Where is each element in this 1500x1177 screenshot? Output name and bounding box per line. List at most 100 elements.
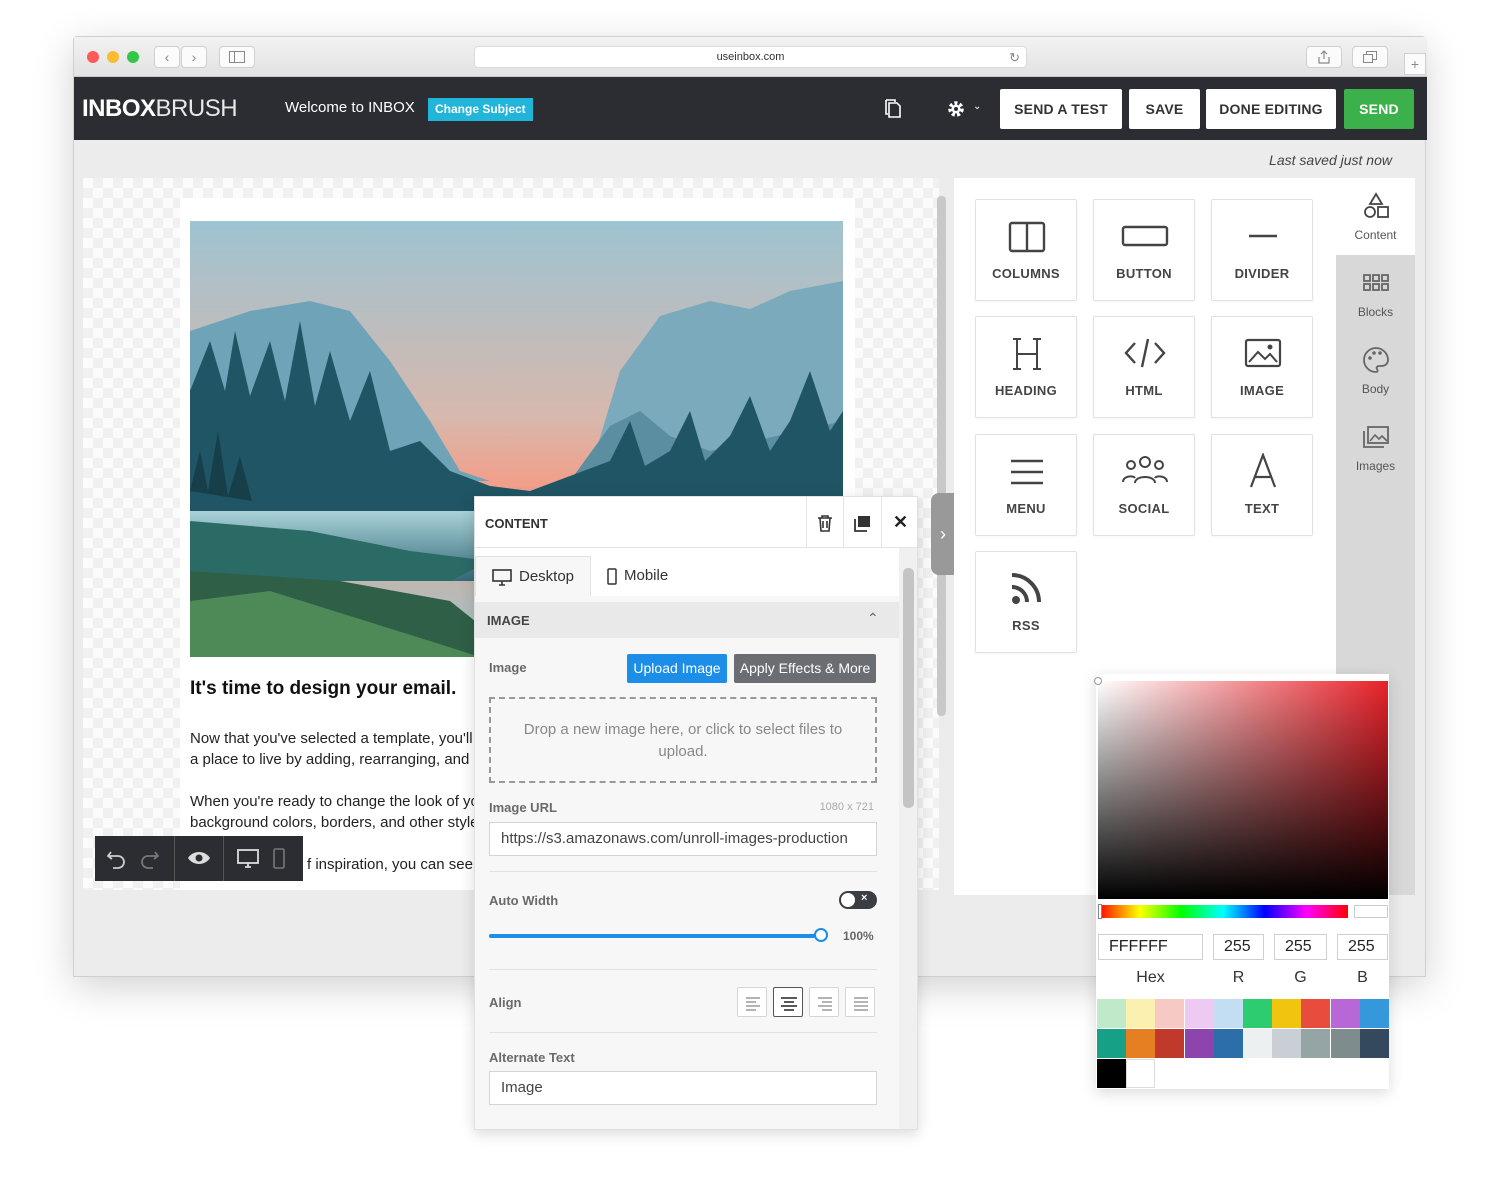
sidebar-toggle-icon[interactable]	[219, 46, 255, 68]
color-swatch[interactable]	[1330, 1029, 1360, 1058]
email-paragraph-line[interactable]: When you're ready to change the look of …	[190, 791, 479, 812]
tab-desktop[interactable]: Desktop	[475, 556, 591, 596]
desktop-preview-icon[interactable]	[236, 848, 260, 875]
color-swatch[interactable]	[1126, 1059, 1156, 1088]
tile-social[interactable]: SOCIAL	[1093, 434, 1195, 536]
tile-text[interactable]: TEXT	[1211, 434, 1313, 536]
back-icon[interactable]: ‹	[154, 46, 180, 68]
align-left-button[interactable]	[737, 987, 767, 1017]
copy-icon[interactable]	[884, 99, 902, 124]
scrollbar-thumb[interactable]	[937, 196, 946, 716]
color-swatch[interactable]	[1213, 999, 1243, 1028]
image-url-input[interactable]: https://s3.amazonaws.com/unroll-images-p…	[489, 822, 877, 856]
color-swatch[interactable]	[1213, 1029, 1243, 1058]
new-tab-icon[interactable]: +	[1404, 53, 1426, 75]
url-bar[interactable]: useinbox.com ↻	[474, 46, 1027, 68]
redo-icon[interactable]	[139, 847, 161, 874]
tile-divider[interactable]: DIVIDER	[1211, 199, 1313, 301]
color-swatch[interactable]	[1330, 999, 1360, 1028]
blue-input[interactable]: 255	[1337, 934, 1388, 960]
duplicate-icon[interactable]	[853, 515, 871, 537]
forward-icon[interactable]: ›	[181, 46, 207, 68]
color-swatch[interactable]	[1126, 1029, 1156, 1058]
green-input[interactable]: 255	[1274, 934, 1327, 960]
color-swatch[interactable]	[1097, 1029, 1126, 1058]
close-icon[interactable]: ✕	[893, 512, 908, 533]
inboxbrush-logo[interactable]: INBOXBRUSH	[82, 95, 238, 123]
hex-input[interactable]: FFFFFF	[1098, 934, 1203, 960]
tab-mobile[interactable]: Mobile	[605, 556, 705, 596]
close-window-button[interactable]	[87, 51, 99, 63]
email-heading[interactable]: It's time to design your email.	[190, 678, 456, 699]
image-section-header[interactable]: IMAGE ⌃	[475, 602, 899, 638]
tile-html[interactable]: HTML	[1093, 316, 1195, 418]
align-center-button[interactable]	[773, 987, 803, 1017]
width-slider[interactable]	[489, 928, 828, 942]
chevron-down-icon[interactable]: ⌄	[973, 101, 981, 112]
align-justify-button[interactable]	[845, 987, 875, 1017]
tile-heading[interactable]: HEADING	[975, 316, 1077, 418]
tile-image[interactable]: IMAGE	[1211, 316, 1313, 418]
preview-eye-icon[interactable]	[187, 848, 211, 873]
tile-columns[interactable]: COLUMNS	[975, 199, 1077, 301]
settings-gear-icon[interactable]	[945, 98, 967, 125]
width-slider-handle[interactable]	[814, 928, 828, 942]
apply-effects-button[interactable]: Apply Effects & More	[734, 654, 876, 683]
mobile-preview-icon[interactable]	[273, 848, 285, 875]
color-swatch[interactable]	[1155, 1029, 1185, 1058]
color-swatch[interactable]	[1184, 1029, 1214, 1058]
tab-content[interactable]: Content	[1336, 178, 1415, 255]
color-swatch[interactable]	[1272, 999, 1302, 1028]
color-swatch[interactable]	[1184, 999, 1214, 1028]
alt-text-input[interactable]: Image	[489, 1071, 877, 1105]
share-icon[interactable]	[1306, 46, 1342, 68]
tile-menu[interactable]: MENU	[975, 434, 1077, 536]
color-swatch[interactable]	[1126, 999, 1156, 1028]
width-slider-fill	[489, 934, 821, 938]
undo-icon[interactable]	[105, 847, 127, 874]
tabs-icon[interactable]	[1352, 46, 1388, 68]
send-button[interactable]: SEND	[1344, 89, 1414, 129]
upload-image-button[interactable]: Upload Image	[627, 654, 727, 683]
email-paragraph-line[interactable]: a place to live by adding, rearranging, …	[190, 749, 482, 770]
color-swatch[interactable]	[1301, 1029, 1331, 1058]
color-swatch[interactable]	[1097, 1059, 1126, 1088]
color-swatch[interactable]	[1243, 1029, 1272, 1058]
email-paragraph-line[interactable]: Now that you've selected a template, you…	[190, 728, 485, 749]
done-editing-button[interactable]: DONE EDITING	[1206, 89, 1336, 129]
saturation-cursor[interactable]	[1094, 677, 1102, 685]
email-paragraph-line[interactable]: f inspiration, you can see	[307, 854, 473, 875]
color-swatch[interactable]	[1359, 1029, 1389, 1058]
props-scrollbar-thumb[interactable]	[903, 568, 914, 808]
tile-rss[interactable]: RSS	[975, 551, 1077, 653]
minimize-window-button[interactable]	[107, 51, 119, 63]
change-subject-button[interactable]: Change Subject	[428, 98, 533, 121]
collapse-panel-handle[interactable]: ›	[931, 493, 955, 575]
reload-icon[interactable]: ↻	[1009, 47, 1020, 68]
save-button[interactable]: SAVE	[1129, 89, 1200, 129]
hue-slider[interactable]	[1098, 904, 1348, 919]
red-input[interactable]: 255	[1213, 934, 1264, 960]
send-test-button[interactable]: SEND A TEST	[1000, 89, 1122, 129]
color-swatch[interactable]	[1097, 999, 1126, 1028]
color-swatch[interactable]	[1301, 999, 1331, 1028]
color-swatch[interactable]	[1243, 999, 1272, 1028]
auto-width-toggle[interactable]: ×	[839, 891, 877, 909]
color-swatch[interactable]	[1272, 1029, 1302, 1058]
hue-handle[interactable]	[1098, 904, 1102, 919]
tab-body[interactable]: Body	[1336, 332, 1415, 409]
image-dropzone[interactable]: Drop a new image here, or click to selec…	[489, 697, 877, 783]
color-swatch[interactable]	[1155, 999, 1185, 1028]
tile-label: TEXT	[1244, 501, 1280, 516]
saturation-field[interactable]	[1094, 677, 1388, 899]
maximize-window-button[interactable]	[127, 51, 139, 63]
email-paragraph-line[interactable]: background colors, borders, and other st…	[190, 812, 479, 833]
trash-icon[interactable]	[817, 515, 833, 537]
tab-blocks[interactable]: Blocks	[1336, 255, 1415, 332]
chevron-up-icon[interactable]: ⌃	[867, 610, 879, 627]
color-swatch[interactable]	[1359, 999, 1389, 1028]
props-scrollbar[interactable]	[899, 548, 917, 1129]
align-right-button[interactable]	[809, 987, 839, 1017]
tab-images[interactable]: Images	[1336, 409, 1415, 486]
tile-button[interactable]: BUTTON	[1093, 199, 1195, 301]
